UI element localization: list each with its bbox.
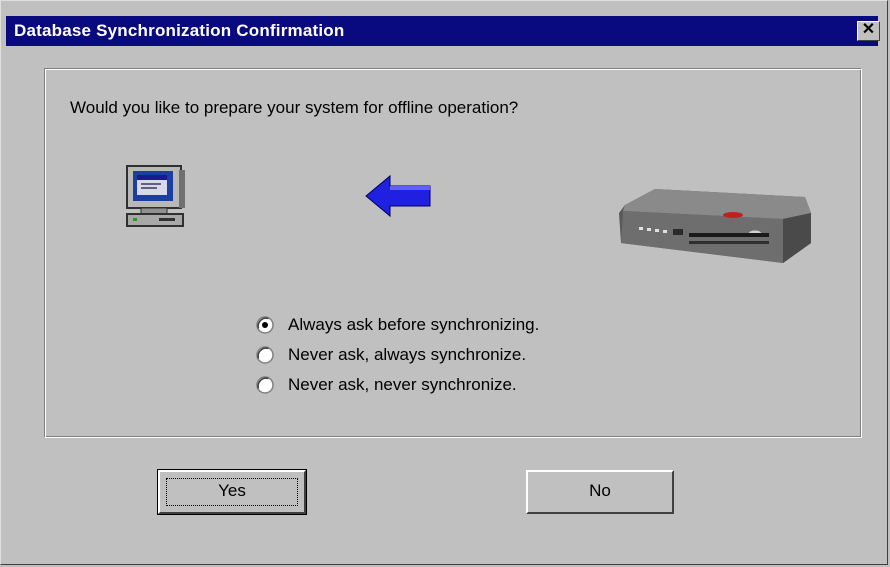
yes-button[interactable]: Yes	[157, 469, 307, 515]
radio-unselected-icon	[256, 346, 274, 364]
network-appliance-image	[619, 189, 811, 263]
radio-label: Never ask, never synchronize.	[288, 375, 517, 394]
no-button[interactable]: No	[526, 470, 674, 514]
close-icon: ✕	[861, 21, 876, 38]
computer-icon	[126, 165, 185, 227]
radio-always-ask[interactable]: Always ask before synchronizing.	[256, 313, 636, 339]
radio-label: Never ask, always synchronize.	[288, 345, 527, 364]
arrow-left-icon	[365, 174, 431, 218]
question-text: Would you like to prepare your system fo…	[70, 98, 519, 117]
dialog-title: Database Synchronization Confirmation	[14, 21, 345, 40]
radio-label: Always ask before synchronizing.	[288, 315, 540, 334]
radio-unselected-icon	[256, 376, 274, 394]
no-button-label: No	[589, 481, 611, 500]
radio-never-sync[interactable]: Never ask, never synchronize.	[256, 373, 636, 399]
close-button[interactable]: ✕	[857, 21, 880, 41]
radio-always-sync[interactable]: Never ask, always synchronize.	[256, 343, 636, 369]
yes-button-label: Yes	[218, 481, 246, 500]
radio-selected-icon	[256, 316, 274, 334]
